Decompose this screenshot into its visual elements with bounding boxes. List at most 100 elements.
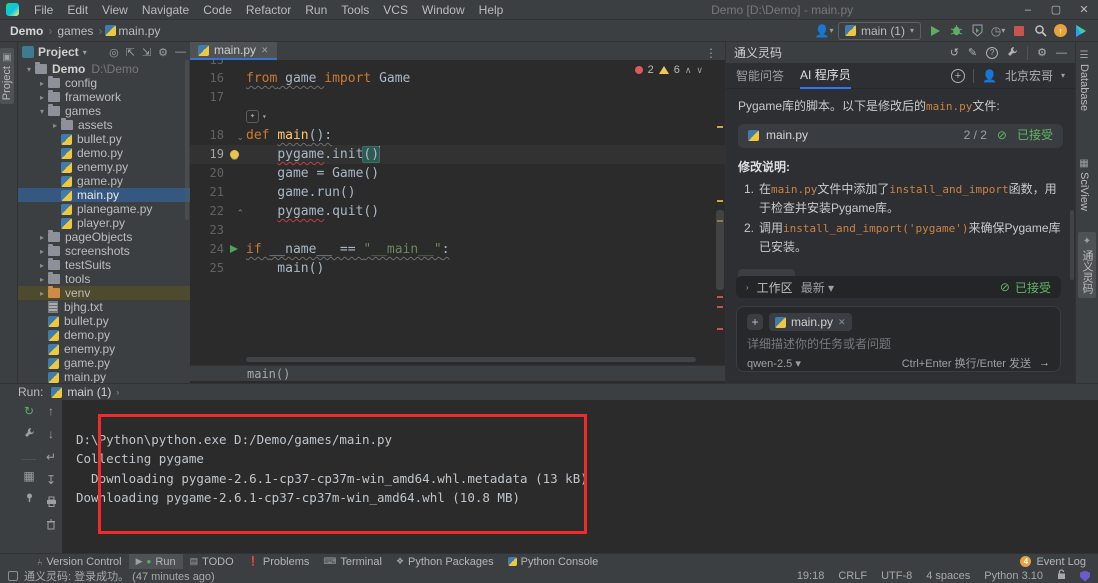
tree-item-main-py-root[interactable]: main.py [18, 370, 190, 383]
pin-icon[interactable] [24, 492, 35, 506]
editor-hscrollbar[interactable] [246, 357, 696, 362]
model-select[interactable]: qwen-2.5 ▾ [747, 357, 801, 370]
tree-item-game-py-root[interactable]: game.py [18, 356, 190, 370]
rerun-icon[interactable]: ↻ [24, 404, 34, 418]
breadcrumb-project[interactable]: Demo [8, 24, 45, 38]
search-everywhere-icon[interactable] [1033, 24, 1047, 38]
new-session-icon[interactable]: + [951, 69, 965, 83]
tool-todo[interactable]: ▤TODO [183, 554, 241, 569]
tree-item-planegame-py[interactable]: planegame.py [18, 202, 190, 216]
up-stack-icon[interactable]: ↑ [48, 404, 54, 418]
layout-toggle-icon[interactable] [8, 571, 18, 581]
wrench-icon[interactable] [1007, 46, 1018, 60]
menu-navigate[interactable]: Navigate [135, 3, 196, 17]
run-button[interactable] [928, 24, 942, 38]
error-stripe[interactable] [715, 60, 725, 365]
user-icon[interactable]: 👤▾ [817, 24, 831, 38]
ai-inline-widget[interactable]: ✦▾ [246, 107, 725, 126]
minimize-button[interactable]: – [1014, 0, 1042, 19]
tool-window-tongyi[interactable]: ✦ 通义灵码 [1078, 232, 1096, 298]
menu-vcs[interactable]: VCS [376, 3, 415, 17]
gear-icon[interactable]: ⚙ [1037, 46, 1047, 59]
update-notification-icon[interactable]: ↑ [1054, 24, 1067, 37]
remove-chip-icon[interactable]: ✕ [838, 317, 846, 328]
tool-version-control[interactable]: ⑃Version Control [30, 554, 129, 569]
tool-window-project[interactable]: ▣ Project [0, 48, 14, 104]
modified-file-card[interactable]: main.py 2 / 2 ⊘ 已接受 [738, 124, 1063, 148]
gear-icon[interactable]: ⚙ [158, 46, 168, 59]
line-number[interactable]: 17 [190, 88, 224, 107]
user-name[interactable]: 北京宏哥 [1005, 67, 1053, 84]
tree-item-venv[interactable]: ▸venv [18, 286, 190, 300]
editor-tab-main-py[interactable]: main.py ✕ [190, 42, 277, 60]
send-icon[interactable]: → [1039, 357, 1050, 369]
tree-item-demo-py[interactable]: demo.py [18, 146, 190, 160]
new-chat-icon[interactable]: ✎ [968, 46, 977, 59]
tree-item-pageobjects[interactable]: ▸pageObjects [18, 230, 190, 244]
ai-prompt-input[interactable] [747, 337, 1050, 351]
down-stack-icon[interactable]: ↓ [48, 427, 54, 441]
collapse-all-icon[interactable]: ⇲ [142, 46, 151, 59]
code-editor[interactable]: 2 6 ∧ ∨ 15 16from game import Game 17 ✦▾… [190, 60, 725, 365]
tree-item-bullet-py[interactable]: bullet.py [18, 132, 190, 146]
menu-edit[interactable]: Edit [60, 3, 95, 17]
menu-window[interactable]: Window [415, 3, 472, 17]
tree-item-game-py[interactable]: game.py [18, 174, 190, 188]
indent-select[interactable]: 4 spaces [926, 570, 970, 582]
run-gutter-icon[interactable] [230, 245, 238, 253]
line-number[interactable]: 22 [190, 202, 224, 221]
close-button[interactable]: ✕ [1070, 0, 1098, 19]
tongyi-status-icon[interactable] [1080, 571, 1090, 582]
line-number[interactable]: 18 [190, 126, 224, 145]
breadcrumb-file[interactable]: main.py [116, 24, 162, 38]
tree-item-main-py-selected[interactable]: main.py [18, 188, 190, 202]
run-configuration-select[interactable]: main (1) ▾ [838, 22, 921, 40]
menu-help[interactable]: Help [472, 3, 511, 17]
line-number[interactable]: 19 [190, 145, 224, 164]
close-tab-icon[interactable]: ✕ [261, 45, 269, 56]
menu-view[interactable]: View [95, 3, 135, 17]
locate-file-icon[interactable]: ◎ [109, 46, 119, 59]
tool-python-packages[interactable]: ❖Python Packages [389, 554, 501, 569]
tree-item-enemy-py-root[interactable]: enemy.py [18, 342, 190, 356]
scroll-to-end-icon[interactable]: ↧ [46, 473, 56, 487]
project-panel-title[interactable]: Project [38, 45, 79, 59]
hide-panel-icon[interactable]: — [1056, 47, 1067, 59]
tree-item-screenshots[interactable]: ▸screenshots [18, 244, 190, 258]
editor-context-bar[interactable]: main() [190, 365, 725, 381]
intention-bulb-icon[interactable] [230, 150, 239, 159]
tongyi-toolbar-icon[interactable] [1074, 24, 1088, 38]
prev-problem-icon[interactable]: ∧ [685, 65, 692, 76]
lock-icon[interactable] [1057, 569, 1066, 583]
context-chip-main-py[interactable]: main.py✕ [769, 313, 852, 331]
menu-refactor[interactable]: Refactor [239, 3, 298, 17]
soft-wrap-icon[interactable]: ↵ [46, 450, 56, 464]
tree-item-framework[interactable]: ▸framework [18, 90, 190, 104]
restore-layout-icon[interactable]: ▦ [23, 469, 34, 483]
run-with-coverage-button[interactable] [970, 24, 984, 38]
hide-panel-icon[interactable]: — [175, 46, 186, 58]
tab-smart-qa[interactable]: 智能问答 [736, 63, 784, 88]
expand-all-icon[interactable]: ⇱ [126, 46, 135, 59]
tool-problems[interactable]: ❗Problems [241, 554, 317, 569]
run-tab-main[interactable]: main (1) › [51, 385, 119, 399]
menu-tools[interactable]: Tools [334, 3, 376, 17]
editor-scrollbar[interactable] [716, 210, 724, 290]
tree-item-config[interactable]: ▸config [18, 76, 190, 90]
maximize-button[interactable]: ▢ [1042, 0, 1070, 19]
stop-button[interactable] [1012, 24, 1026, 38]
tree-item-demo-py-root[interactable]: demo.py [18, 328, 190, 342]
tree-item-demo-root[interactable]: ▾DemoD:\Demo [18, 62, 190, 76]
interpreter-select[interactable]: Python 3.10 [984, 570, 1043, 582]
tool-window-sciview[interactable]: ▦ SciView [1078, 158, 1090, 211]
breadcrumb-folder[interactable]: games [55, 24, 95, 38]
tree-item-testsuits[interactable]: ▸testSuits [18, 258, 190, 272]
line-number[interactable]: 15 [190, 60, 224, 69]
line-number[interactable]: 16 [190, 69, 224, 88]
tool-python-console[interactable]: Python Console [501, 554, 606, 569]
menu-file[interactable]: File [27, 3, 60, 17]
print-icon[interactable] [46, 496, 57, 510]
inspection-widget[interactable]: 2 6 ∧ ∨ [631, 63, 707, 77]
encoding-select[interactable]: UTF-8 [881, 570, 912, 582]
tree-item-player-py[interactable]: player.py [18, 216, 190, 230]
